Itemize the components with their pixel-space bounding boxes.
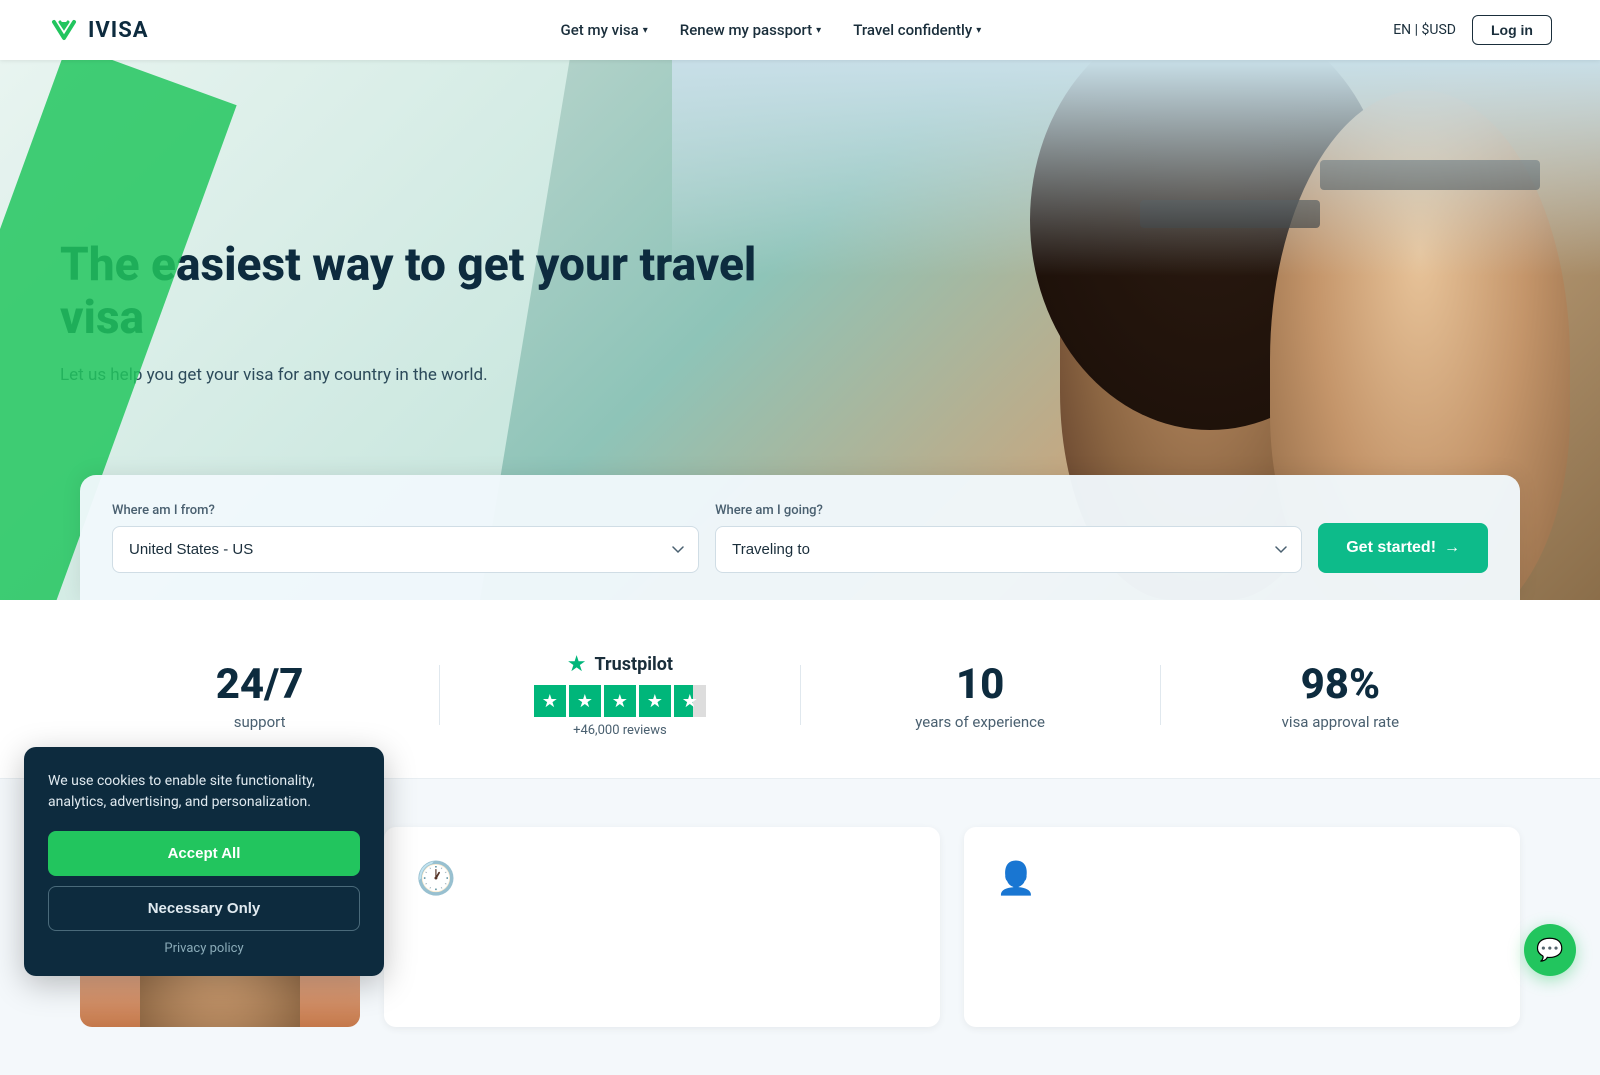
search-box: Where am I from? United States - US Unit… xyxy=(80,475,1520,600)
stat-experience-label: years of experience xyxy=(801,713,1160,731)
login-button[interactable]: Log in xyxy=(1472,15,1552,45)
chevron-down-icon: ▾ xyxy=(643,25,648,36)
trustpilot-header: ★ Trustpilot xyxy=(440,652,799,677)
nav-link-passport[interactable]: Renew my passport ▾ xyxy=(680,21,821,39)
hero-subtitle: Let us help you get your visa for any co… xyxy=(60,363,820,389)
stat-support: 24/7 support xyxy=(80,660,439,731)
stat-approval-label: visa approval rate xyxy=(1161,713,1520,731)
clock-icon: 🕐 xyxy=(416,859,456,897)
from-field: Where am I from? United States - US Unit… xyxy=(112,503,699,573)
cookie-banner: We use cookies to enable site functional… xyxy=(24,747,384,976)
navbar: IVISA Get my visa ▾ Renew my passport ▾ … xyxy=(0,0,1600,60)
stat-approval: 98% visa approval rate xyxy=(1161,660,1520,731)
person-icon: 👤 xyxy=(996,859,1036,897)
stat-support-number: 24/7 xyxy=(80,660,439,709)
stat-approval-number: 98% xyxy=(1161,660,1520,709)
chat-icon: 💬 xyxy=(1536,937,1563,963)
nav-right: EN | $USD Log in xyxy=(1393,15,1552,45)
locale-selector[interactable]: EN | $USD xyxy=(1393,22,1456,38)
logo-text: IVISA xyxy=(88,18,149,43)
star-3: ★ xyxy=(604,685,636,717)
cookie-text: We use cookies to enable site functional… xyxy=(48,771,360,813)
nav-link-travel[interactable]: Travel confidently ▾ xyxy=(853,21,981,39)
trustpilot-reviews: +46,000 reviews xyxy=(440,723,799,738)
privacy-policy-link[interactable]: Privacy policy xyxy=(48,941,360,956)
chevron-down-icon: ▾ xyxy=(816,25,821,36)
nav-links: Get my visa ▾ Renew my passport ▾ Travel… xyxy=(561,21,982,39)
logo-icon xyxy=(48,14,80,46)
logo[interactable]: IVISA xyxy=(48,14,149,46)
star-4: ★ xyxy=(639,685,671,717)
star-5: ★ xyxy=(674,685,706,717)
stat-support-label: support xyxy=(80,713,439,731)
nav-link-visa[interactable]: Get my visa ▾ xyxy=(561,21,648,39)
hero-section: The easiest way to get your travel visa … xyxy=(0,60,1600,600)
star-1: ★ xyxy=(534,685,566,717)
get-started-button[interactable]: Get started! → xyxy=(1318,523,1488,573)
trustpilot-star-icon: ★ xyxy=(567,652,587,677)
card-clock: 🕐 xyxy=(384,827,940,1027)
stat-experience: 10 years of experience xyxy=(801,660,1160,731)
trustpilot-block: ★ Trustpilot ★ ★ ★ ★ ★ +46,000 reviews xyxy=(440,652,799,738)
to-label: Where am I going? xyxy=(715,503,1302,518)
stat-experience-number: 10 xyxy=(801,660,1160,709)
chat-button[interactable]: 💬 xyxy=(1524,924,1576,976)
card-person: 👤 xyxy=(964,827,1520,1027)
trustpilot-stars: ★ ★ ★ ★ ★ xyxy=(440,685,799,717)
chevron-down-icon: ▾ xyxy=(976,25,981,36)
to-select[interactable]: Traveling to France Germany Japan Brazil xyxy=(715,526,1302,573)
trustpilot-name: Trustpilot xyxy=(595,654,673,675)
arrow-icon: → xyxy=(1444,539,1460,557)
accept-all-button[interactable]: Accept All xyxy=(48,831,360,876)
to-field: Where am I going? Traveling to France Ge… xyxy=(715,503,1302,573)
star-2: ★ xyxy=(569,685,601,717)
from-select[interactable]: United States - US United Kingdom - UK C… xyxy=(112,526,699,573)
necessary-only-button[interactable]: Necessary Only xyxy=(48,886,360,931)
from-label: Where am I from? xyxy=(112,503,699,518)
